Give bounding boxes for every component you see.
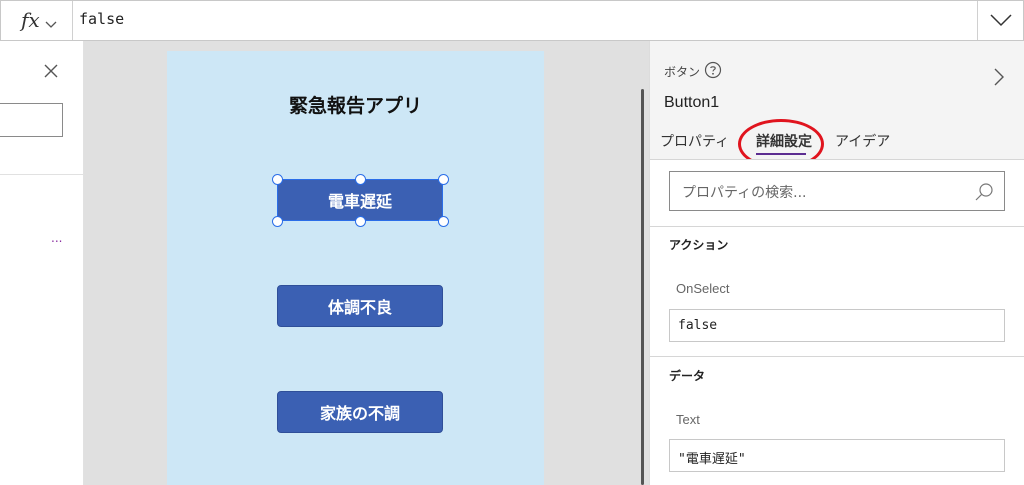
app-button-train-delay[interactable]: 電車遅延 <box>277 179 443 221</box>
divider <box>0 174 84 175</box>
formula-expand-button[interactable] <box>977 1 1023 40</box>
search-icon <box>974 182 994 206</box>
control-type-label: ボタン <box>664 65 701 79</box>
control-name: Button1 <box>664 94 720 111</box>
app-button-family[interactable]: 家族の不調 <box>277 391 443 433</box>
app-button-sick[interactable]: 体調不良 <box>277 285 443 327</box>
canvas-area: 緊急報告アプリ 電車遅延 体調不良 家族の不調 <box>84 41 649 485</box>
section-title-action: アクション <box>669 238 729 252</box>
property-search-input[interactable]: プロパティの検索... <box>669 171 1005 211</box>
prop-input-onselect[interactable]: false <box>669 309 1005 342</box>
prop-label-onselect: OnSelect <box>676 281 730 296</box>
property-selector[interactable]: fx <box>1 1 73 40</box>
app-screen: 緊急報告アプリ 電車遅延 体調不良 家族の不調 <box>167 51 544 485</box>
prop-input-text[interactable]: "電車遅延" <box>669 439 1005 472</box>
properties-panel: ボタン Button1 プロパティ 詳細設定 アイデア プロパティの検索... … <box>649 41 1024 485</box>
prop-value-text: "電車遅延" <box>678 452 746 467</box>
chevron-down-icon <box>990 14 1012 27</box>
left-panel: ... <box>0 41 84 485</box>
section-title-data: データ <box>669 369 706 383</box>
close-icon[interactable] <box>43 63 59 83</box>
formula-bar: fx false <box>0 0 1024 41</box>
help-icon[interactable] <box>704 61 722 83</box>
tab-properties[interactable]: プロパティ <box>660 131 729 151</box>
chevron-down-icon[interactable] <box>45 14 57 33</box>
tab-ideas[interactable]: アイデア <box>835 131 890 151</box>
more-options-icon[interactable]: ... <box>51 231 62 245</box>
search-placeholder: プロパティの検索... <box>682 185 807 201</box>
app-title: 緊急報告アプリ <box>288 95 422 117</box>
prop-label-text: Text <box>676 412 700 427</box>
prop-value-onselect: false <box>678 318 718 333</box>
formula-input[interactable]: false <box>79 10 124 28</box>
fx-label: fx <box>21 8 40 32</box>
canvas-scrollbar[interactable] <box>641 89 644 485</box>
tree-search-input[interactable] <box>0 103 63 137</box>
chevron-right-icon[interactable] <box>993 67 1005 91</box>
